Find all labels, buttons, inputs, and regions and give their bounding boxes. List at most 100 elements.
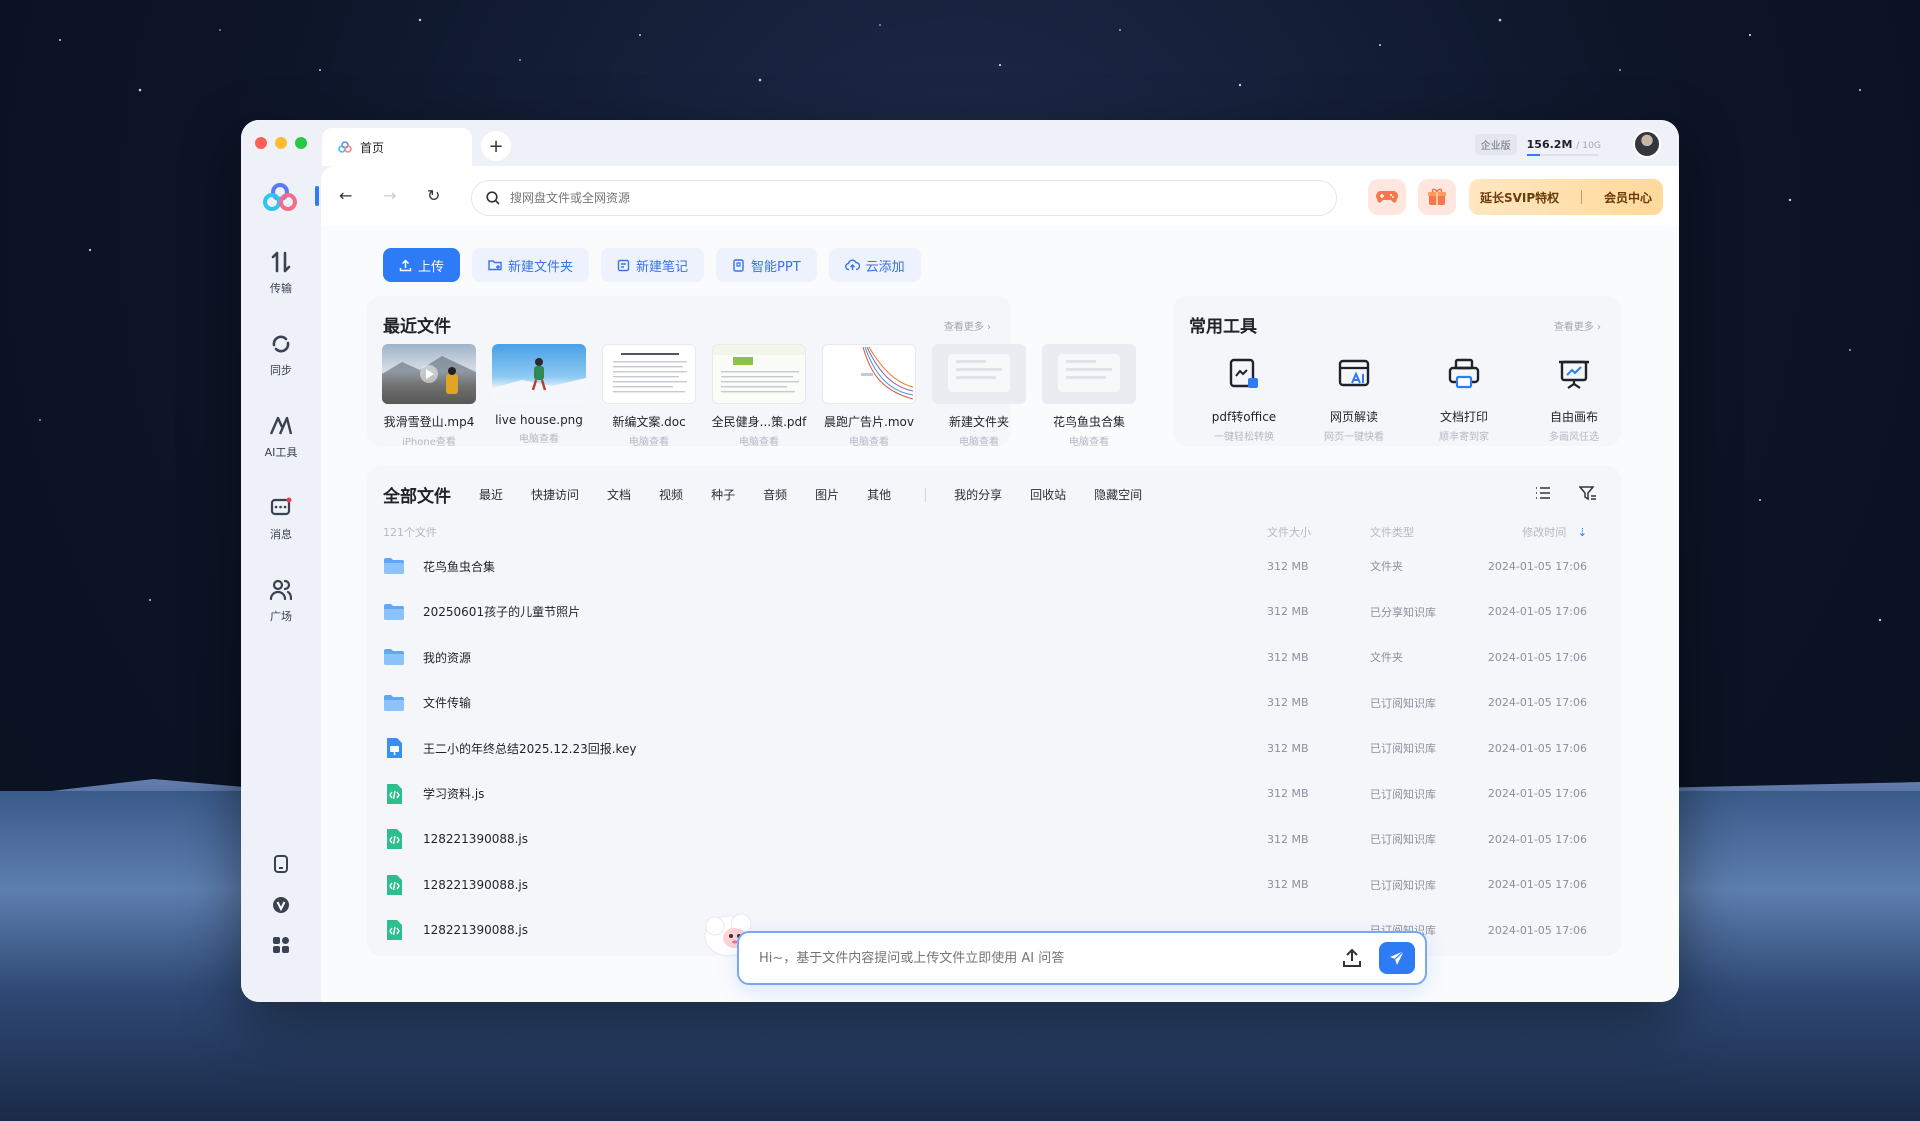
filter-audio[interactable]: 音频 xyxy=(763,486,787,503)
refresh-icon[interactable]: ↻ xyxy=(427,186,440,205)
sidebar-item-messages[interactable]: 消息 xyxy=(241,496,321,542)
file-size: 312 MB xyxy=(1267,832,1309,846)
filter-images[interactable]: 图片 xyxy=(815,486,839,503)
recent-file-item[interactable]: 新编文案.doc 电脑查看 xyxy=(602,344,696,448)
folder-icon xyxy=(383,692,405,714)
table-row[interactable]: 128221390088.js 312 MB 已订阅知识库 2024-01-05 17… xyxy=(367,862,1621,908)
smart-ppt-button[interactable]: 智能PPT xyxy=(716,248,817,282)
ai-question-input[interactable] xyxy=(759,950,1319,966)
zoom-button[interactable] xyxy=(295,137,307,149)
column-header-time[interactable]: 修改时间 ⇣ xyxy=(1522,524,1587,540)
ai-send-button[interactable] xyxy=(1379,942,1415,974)
file-count: 121个文件 xyxy=(383,526,437,539)
ai-upload-icon[interactable] xyxy=(1341,947,1363,969)
sidebar-item-ai-tools[interactable]: AI工具 xyxy=(241,414,321,460)
gift-button[interactable] xyxy=(1418,179,1456,215)
column-header-size[interactable]: 文件大小 xyxy=(1267,524,1311,540)
code-file-icon xyxy=(383,783,405,805)
sidebar-label: AI工具 xyxy=(264,446,298,459)
filter-torrents[interactable]: 种子 xyxy=(711,486,735,503)
recent-file-item[interactable]: 全民健身...策.pdf 电脑查看 xyxy=(712,344,806,448)
ai-question-box[interactable] xyxy=(737,931,1427,985)
tool-web-reader[interactable]: 网页解读 网页一键快看 xyxy=(1299,356,1409,443)
recycle-bin-link[interactable]: 回收站 xyxy=(1030,486,1066,503)
folder-thumbnail xyxy=(932,344,1026,404)
forward-arrow-icon[interactable]: → xyxy=(383,186,396,205)
table-row[interactable]: 文件传输 312 MB 已订阅知识库 2024-01-05 17:06 xyxy=(367,680,1621,726)
recent-file-source: 电脑查看 xyxy=(629,437,669,448)
table-row[interactable]: 我的资源 312 MB 文件夹 2024-01-05 17:06 xyxy=(367,634,1621,680)
app-window: 首页 + 企业版 156.2M / 10G 传输 同步 AI工具 消息 广场 ←… xyxy=(241,120,1679,1002)
quick-actions: 上传 新建文件夹 新建笔记 智能PPT 云添加 xyxy=(383,248,921,282)
minimize-button[interactable] xyxy=(275,137,287,149)
sidebar-label: 广场 xyxy=(270,610,292,623)
sidebar-label: 消息 xyxy=(270,528,292,541)
cloud-add-button[interactable]: 云添加 xyxy=(828,248,921,282)
tab-home[interactable]: 首页 xyxy=(322,128,472,166)
recent-file-item[interactable]: 我滑雪登山.mp4 iPhone查看 xyxy=(382,344,476,448)
storage-meter[interactable]: 156.2M / 10G xyxy=(1526,138,1601,156)
all-files-title: 全部文件 xyxy=(383,487,451,507)
code-file-icon xyxy=(383,919,405,941)
apps-icon[interactable] xyxy=(269,933,293,957)
tool-doc-print[interactable]: 文档打印 顺丰寄到家 xyxy=(1409,356,1519,443)
filter-quick-access[interactable]: 快捷访问 xyxy=(531,486,579,503)
tools-see-more-link[interactable]: 查看更多 › xyxy=(1554,318,1601,333)
sidebar-item-sync[interactable]: 同步 xyxy=(241,332,321,378)
search-bar[interactable] xyxy=(471,180,1337,216)
pdf-thumbnail xyxy=(712,344,806,404)
table-row[interactable]: 王二小的年终总结2025.12.23回报.key 312 MB 已订阅知识库 2024… xyxy=(367,725,1621,771)
tool-free-canvas[interactable]: 自由画布 多画风任选 xyxy=(1519,356,1629,443)
filter-other[interactable]: 其他 xyxy=(867,486,891,503)
device-icon[interactable] xyxy=(269,852,293,876)
list-view-icon[interactable] xyxy=(1535,486,1551,500)
tool-pdf-to-office[interactable]: pdf转office 一键轻松转换 xyxy=(1189,356,1299,443)
new-folder-button[interactable]: 新建文件夹 xyxy=(472,248,590,282)
filter-icon[interactable] xyxy=(1579,486,1597,501)
table-row[interactable]: 学习资料.js 312 MB 已订阅知识库 2024-01-05 17:06 xyxy=(367,771,1621,817)
file-modified-time: 2024-01-05 17:06 xyxy=(1487,605,1587,618)
filter-videos[interactable]: 视频 xyxy=(659,486,683,503)
active-indicator xyxy=(315,186,319,206)
new-note-button[interactable]: 新建笔记 xyxy=(601,248,705,282)
action-label: 智能PPT xyxy=(751,259,801,275)
search-input[interactable] xyxy=(510,191,1210,205)
column-header-type[interactable]: 文件类型 xyxy=(1370,524,1414,540)
upload-button[interactable]: 上传 xyxy=(383,248,461,282)
extend-svip-link[interactable]: 延长SVIP特权 xyxy=(1480,189,1559,206)
svip-divider xyxy=(1581,190,1583,204)
file-type: 已订阅知识库 xyxy=(1370,833,1436,846)
my-shares-link[interactable]: 我的分享 xyxy=(954,486,1002,503)
avatar[interactable] xyxy=(1633,130,1661,158)
member-center-link[interactable]: 会员中心 xyxy=(1604,189,1652,206)
recent-see-more-link[interactable]: 查看更多 › xyxy=(944,318,991,333)
recent-file-name: 新编文案.doc xyxy=(612,415,686,429)
sidebar-item-transfer[interactable]: 传输 xyxy=(241,250,321,296)
new-tab-button[interactable]: + xyxy=(481,131,511,161)
vip-icon[interactable] xyxy=(269,893,293,917)
table-row[interactable]: 花鸟鱼虫合集 312 MB 文件夹 2024-01-05 17:06 xyxy=(367,543,1621,589)
back-arrow-icon[interactable]: ← xyxy=(339,186,352,205)
recent-file-item[interactable]: 花鸟鱼虫合集 电脑查看 xyxy=(1042,344,1136,448)
filter-recent[interactable]: 最近 xyxy=(479,486,503,503)
table-row[interactable]: 20250601孩子的儿童节照片 312 MB 已分享知识库 2024-01-05 1… xyxy=(367,589,1621,635)
cloud-add-icon xyxy=(844,259,860,271)
table-row[interactable]: 128221390088.js 312 MB 已订阅知识库 2024-01-05 17… xyxy=(367,816,1621,862)
recent-file-item[interactable]: live house.png 电脑查看 xyxy=(492,344,586,448)
recent-file-item[interactable]: 新建文件夹 电脑查看 xyxy=(932,344,1026,448)
close-button[interactable] xyxy=(255,137,267,149)
action-label: 上传 xyxy=(418,259,445,275)
hidden-space-link[interactable]: 隐藏空间 xyxy=(1094,486,1142,503)
game-button[interactable] xyxy=(1368,179,1406,215)
app-logo-icon[interactable] xyxy=(261,182,299,212)
filter-documents[interactable]: 文档 xyxy=(607,486,631,503)
account-area: 企业版 156.2M / 10G xyxy=(1474,130,1661,158)
navigation-bar: ← → ↻ 延长SVIP特权 会员中心 xyxy=(315,166,1679,226)
filter-divider xyxy=(925,487,927,502)
sidebar-item-plaza[interactable]: 广场 xyxy=(241,578,321,624)
folder-icon xyxy=(383,555,405,577)
recent-files-title: 最近文件 xyxy=(383,317,451,337)
svip-banner[interactable]: 延长SVIP特权 会员中心 xyxy=(1469,179,1663,215)
file-filter-bar: 全部文件 最近 快捷访问 文档 视频 种子 音频 图片 其他 我的分享 回收站 … xyxy=(383,482,1170,507)
recent-file-item[interactable]: 晨跑广告片.mov 电脑查看 xyxy=(822,344,916,448)
